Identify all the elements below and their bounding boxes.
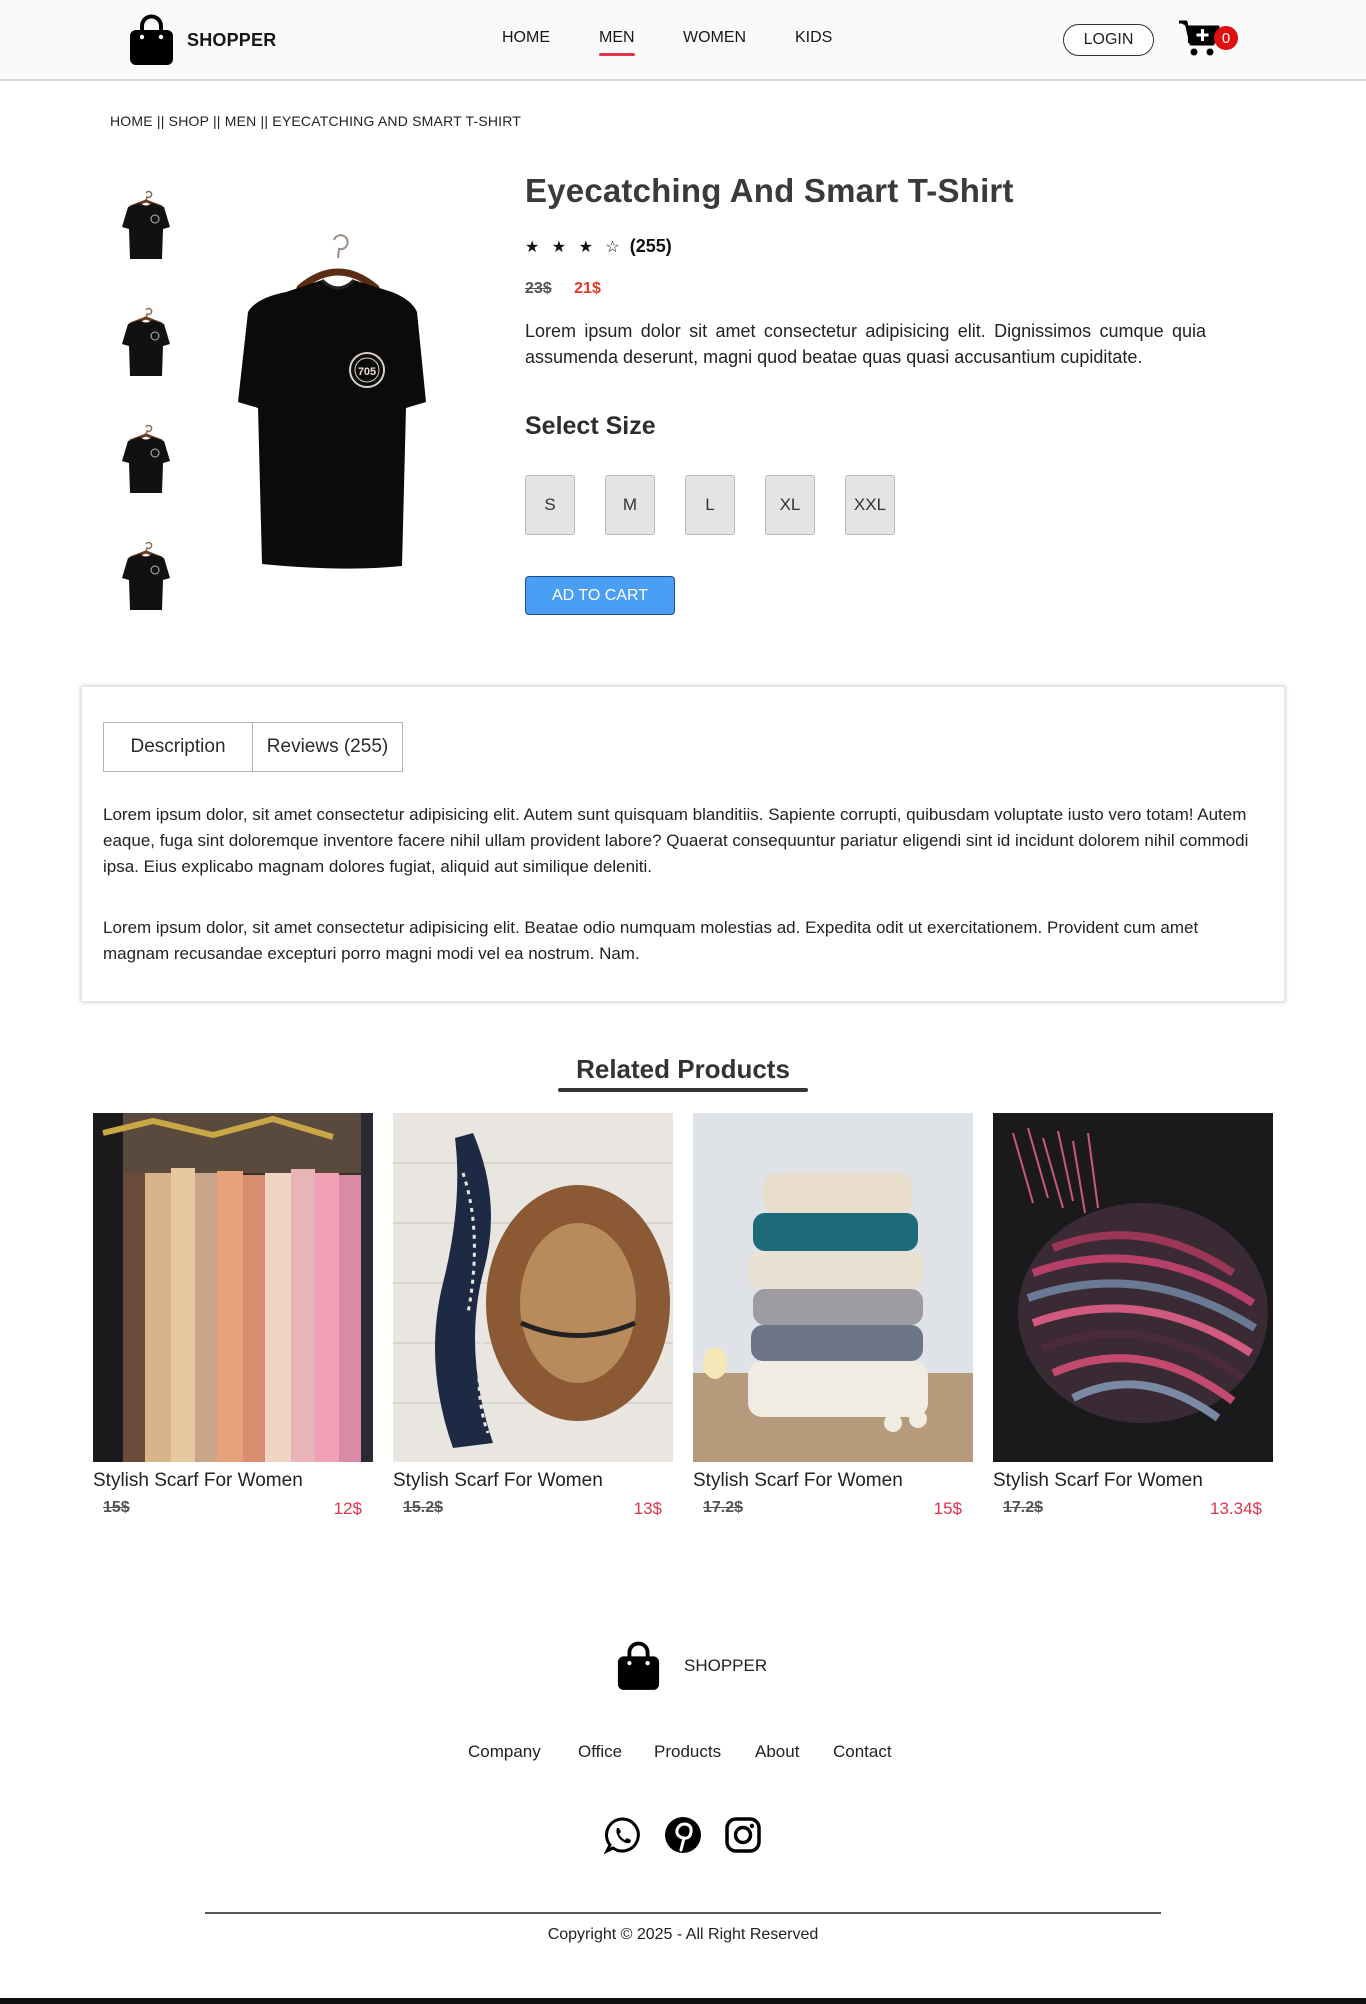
product-name: Stylish Scarf For Women (693, 1470, 903, 1491)
product-image-hat-and-scarf (393, 1113, 673, 1462)
cart-button[interactable]: 0 (1178, 18, 1238, 58)
copyright-text: Copyright © 2025 - All Right Reserved (547, 1926, 819, 1943)
thumbnail-2[interactable] (110, 297, 182, 387)
related-products-title: Related Products (576, 1054, 790, 1084)
related-title-underline (558, 1088, 808, 1092)
size-button-l[interactable]: L (685, 475, 735, 535)
related-product-card-4[interactable]: Stylish Scarf For Women 17.2$ 13.34$ (993, 1113, 1273, 1523)
size-button-xl[interactable]: XL (765, 475, 815, 535)
size-button-m[interactable]: M (605, 475, 655, 535)
rating-stars: ★ ★ ★ ☆ (525, 238, 624, 256)
product-info: Eyecatching And Smart T-Shirt ★ ★ ★ ☆ (2… (525, 172, 1206, 615)
bottom-bar (0, 1998, 1366, 2004)
related-product-card-3[interactable]: Stylish Scarf For Women 17.2$ 15$ (693, 1113, 973, 1523)
shirt-badge-text: 705 (358, 366, 376, 378)
size-button-xxl[interactable]: XXL (845, 475, 895, 535)
footer-divider (205, 1912, 1161, 1914)
product-prices: 23$ 21$ (525, 280, 601, 298)
main-nav: HOME MEN WOMEN KIDS (0, 29, 1366, 56)
cart-count-badge: 0 (1214, 26, 1238, 50)
description-tabs: Description Reviews (255) (103, 722, 403, 772)
nav-item-kids[interactable]: KIDS (795, 29, 832, 47)
tab-description[interactable]: Description (103, 722, 253, 772)
product-old-price: 15$ (103, 1499, 130, 1516)
thumbnail-3[interactable] (110, 414, 182, 504)
tshirt-thumbnail-image (122, 190, 170, 259)
product-new-price: 15$ (933, 1499, 962, 1518)
social-icons (604, 1816, 764, 1856)
tshirt-thumbnail-image (122, 541, 170, 610)
product-image-striped-scarf (993, 1113, 1273, 1462)
product-old-price: 17.2$ (703, 1499, 744, 1516)
footer-link-products[interactable]: Products (654, 1742, 721, 1762)
tshirt-thumbnail-image (122, 307, 170, 376)
thumbnail-4[interactable] (110, 531, 182, 621)
footer-link-company[interactable]: Company (468, 1742, 541, 1762)
related-product-card-1[interactable]: Stylish Scarf For Women 15$ 12$ (93, 1113, 373, 1523)
breadcrumb: HOME || SHOP || MEN || EYECATCHING AND S… (110, 113, 522, 129)
footer-links: Company Office Products About Contact (0, 1742, 1366, 1766)
shopping-bag-icon (617, 1641, 660, 1690)
footer-logo[interactable]: SHOPPER (616, 1640, 767, 1692)
tshirt-thumbnail-image (122, 424, 170, 493)
footer-link-office[interactable]: Office (578, 1742, 622, 1762)
nav-item-men[interactable]: MEN (599, 29, 635, 56)
footer-brand-name: SHOPPER (684, 1656, 768, 1675)
add-to-cart-button[interactable]: AD TO CART (525, 576, 675, 615)
new-price: 21$ (574, 280, 601, 297)
nav-item-women[interactable]: WOMEN (683, 29, 746, 47)
product-image-hanging-scarves (93, 1113, 373, 1462)
whatsapp-icon[interactable] (604, 1816, 642, 1854)
product-title: Eyecatching And Smart T-Shirt (525, 172, 1014, 209)
product-new-price: 12$ (333, 1499, 362, 1518)
product-rating: ★ ★ ★ ☆ (255) (525, 236, 672, 257)
tab-reviews[interactable]: Reviews (255) (253, 722, 403, 772)
size-button-s[interactable]: S (525, 475, 575, 535)
description-box: Description Reviews (255) Lorem ipsum do… (81, 686, 1285, 1002)
thumbnail-1[interactable] (110, 180, 182, 270)
product-main-image: 705 (238, 234, 426, 569)
instagram-icon[interactable] (724, 1816, 762, 1854)
footer-link-contact[interactable]: Contact (833, 1742, 892, 1762)
product-name: Stylish Scarf For Women (393, 1470, 603, 1491)
description-paragraph-1: Lorem ipsum dolor, sit amet consectetur … (103, 805, 1249, 876)
product-name: Stylish Scarf For Women (93, 1470, 303, 1491)
description-paragraph-2: Lorem ipsum dolor, sit amet consectetur … (103, 918, 1199, 963)
pinterest-icon[interactable] (664, 1816, 702, 1854)
product-new-price: 13.34$ (1210, 1499, 1262, 1518)
related-product-card-2[interactable]: Stylish Scarf For Women 15.2$ 13$ (393, 1113, 673, 1523)
product-old-price: 15.2$ (403, 1499, 444, 1516)
login-button[interactable]: LOGIN (1063, 24, 1154, 56)
rating-count: (255) (629, 236, 672, 256)
select-size-title: Select Size (525, 412, 656, 440)
old-price: 23$ (525, 280, 552, 297)
footer-link-about[interactable]: About (755, 1742, 799, 1762)
product-name: Stylish Scarf For Women (993, 1470, 1203, 1491)
navbar: SHOPPER HOME MEN WOMEN KIDS LOGIN 0 (0, 0, 1366, 81)
product-image-folded-knits (693, 1113, 973, 1462)
product-new-price: 13$ (633, 1499, 662, 1518)
product-old-price: 17.2$ (1003, 1499, 1044, 1516)
nav-item-home[interactable]: HOME (502, 29, 550, 47)
product-description: Lorem ipsum dolor sit amet consectetur a… (525, 321, 1206, 367)
